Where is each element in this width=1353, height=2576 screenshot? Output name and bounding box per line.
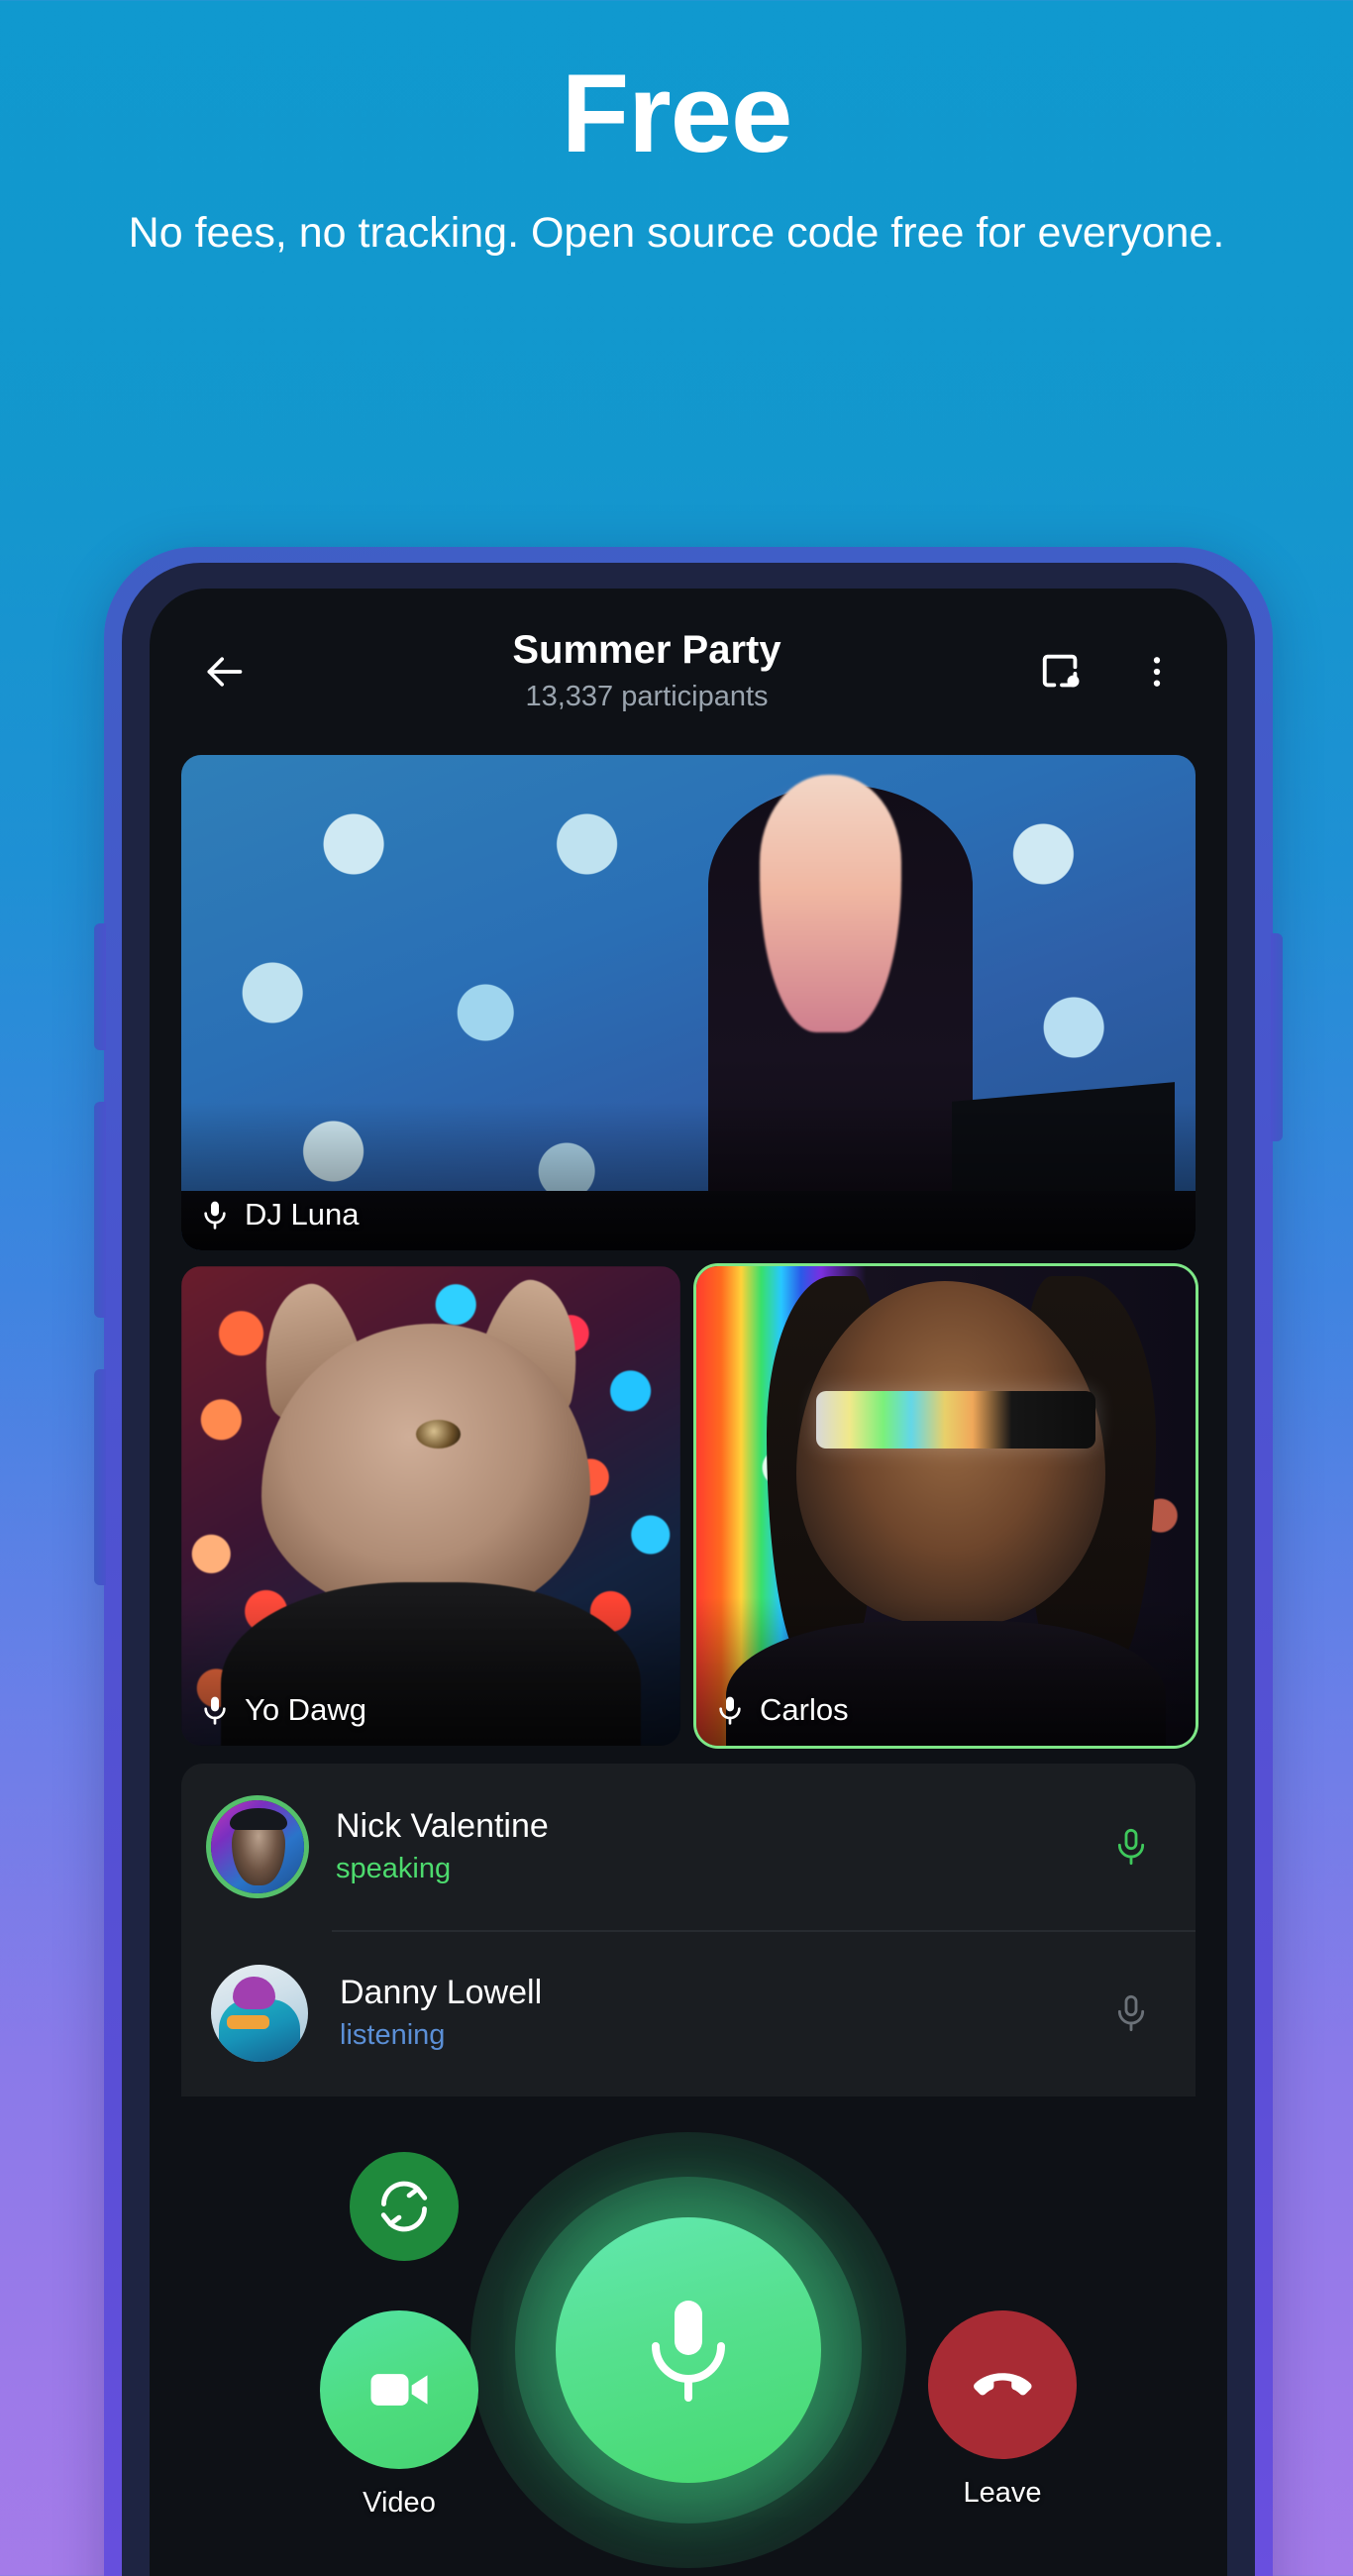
flip-camera-icon [380, 2181, 428, 2232]
tile-label: DJ Luna [199, 1197, 359, 1233]
leave-control-label: Leave [963, 2477, 1042, 2509]
participant-status: speaking [336, 1852, 452, 1884]
participant-row[interactable]: Danny Lowell listening [181, 1930, 1196, 2096]
phone-bezel: Summer Party 13,337 participants DJ Luna… [122, 563, 1255, 2576]
hero-section: Free No fees, no tracking. Open source c… [0, 0, 1353, 261]
microphone-icon [204, 1201, 226, 1230]
video-grid: DJ Luna Yo Dawg Carlos [150, 755, 1227, 1749]
avatar [211, 1965, 308, 2062]
participant-info: Nick Valentine speaking [304, 1805, 1096, 1887]
tile-participant-name: Carlos [760, 1692, 849, 1727]
participant-info: Danny Lowell listening [308, 1972, 1096, 2054]
call-title-block: Summer Party 13,337 participants [266, 626, 1027, 717]
microphone-icon [719, 1696, 741, 1725]
flip-camera-button[interactable] [350, 2152, 459, 2261]
call-controls: Video Leave [150, 2122, 1227, 2576]
microphone-icon [652, 2301, 725, 2403]
call-title: Summer Party [512, 627, 781, 672]
phone-side-button-3 [94, 1369, 106, 1585]
participant-count: 13,337 participants [525, 680, 769, 712]
phone-side-button-1 [94, 923, 106, 1050]
flip-camera-control [350, 2152, 459, 2261]
mic-toggle-button[interactable] [556, 2217, 821, 2483]
participant-mic-button[interactable] [1096, 1823, 1166, 1871]
app-bar: Summer Party 13,337 participants [150, 589, 1227, 755]
phone-side-button-2 [94, 1102, 106, 1318]
cast-screen-icon [1042, 654, 1080, 688]
leave-call-button[interactable] [928, 2310, 1077, 2459]
more-vertical-icon [1153, 657, 1161, 687]
mic-halo-outer [470, 2132, 906, 2568]
tile-label: Carlos [714, 1692, 849, 1728]
participant-name: Danny Lowell [340, 1974, 543, 2012]
participant-row[interactable]: Nick Valentine speaking [181, 1764, 1196, 1930]
participant-list: Nick Valentine speaking Danny Lowell lis… [181, 1764, 1196, 2096]
avatar [211, 1800, 304, 1893]
more-options-button[interactable] [1122, 637, 1192, 706]
app-bar-actions [1027, 637, 1192, 706]
mic-control [470, 2132, 906, 2568]
page-subtitle: No fees, no tracking. Open source code f… [128, 209, 1225, 258]
microphone-icon [1117, 1828, 1145, 1866]
video-tile[interactable]: Yo Dawg [181, 1266, 680, 1746]
page-title: Free [561, 52, 793, 175]
video-camera-icon [370, 2374, 428, 2406]
mic-halo-inner [515, 2177, 862, 2523]
tile-label: Yo Dawg [199, 1692, 366, 1728]
video-tile-row: Yo Dawg Carlos [181, 1263, 1198, 1749]
tile-participant-name: DJ Luna [245, 1197, 360, 1232]
phone-mockup: Summer Party 13,337 participants DJ Luna… [94, 547, 1283, 2576]
video-tile[interactable]: DJ Luna [181, 755, 1196, 1250]
screen-share-button[interactable] [1027, 637, 1096, 706]
microphone-icon [1117, 1994, 1145, 2032]
phone-screen: Summer Party 13,337 participants DJ Luna… [150, 589, 1227, 2576]
tile-participant-name: Yo Dawg [245, 1692, 366, 1727]
video-tile-active[interactable]: Carlos [693, 1263, 1198, 1749]
arrow-left-icon [207, 657, 243, 687]
leave-control: Leave [928, 2310, 1077, 2510]
video-toggle-button[interactable] [320, 2310, 478, 2469]
phone-hangup-icon [974, 2373, 1032, 2396]
video-control: Video [320, 2310, 478, 2520]
participant-mic-button[interactable] [1096, 1989, 1166, 2037]
phone-side-button-right [1271, 933, 1283, 1141]
microphone-icon [204, 1696, 226, 1725]
participant-status: listening [340, 2018, 446, 2051]
back-button[interactable] [181, 629, 266, 714]
video-control-label: Video [363, 2487, 436, 2519]
participant-name: Nick Valentine [336, 1807, 549, 1846]
